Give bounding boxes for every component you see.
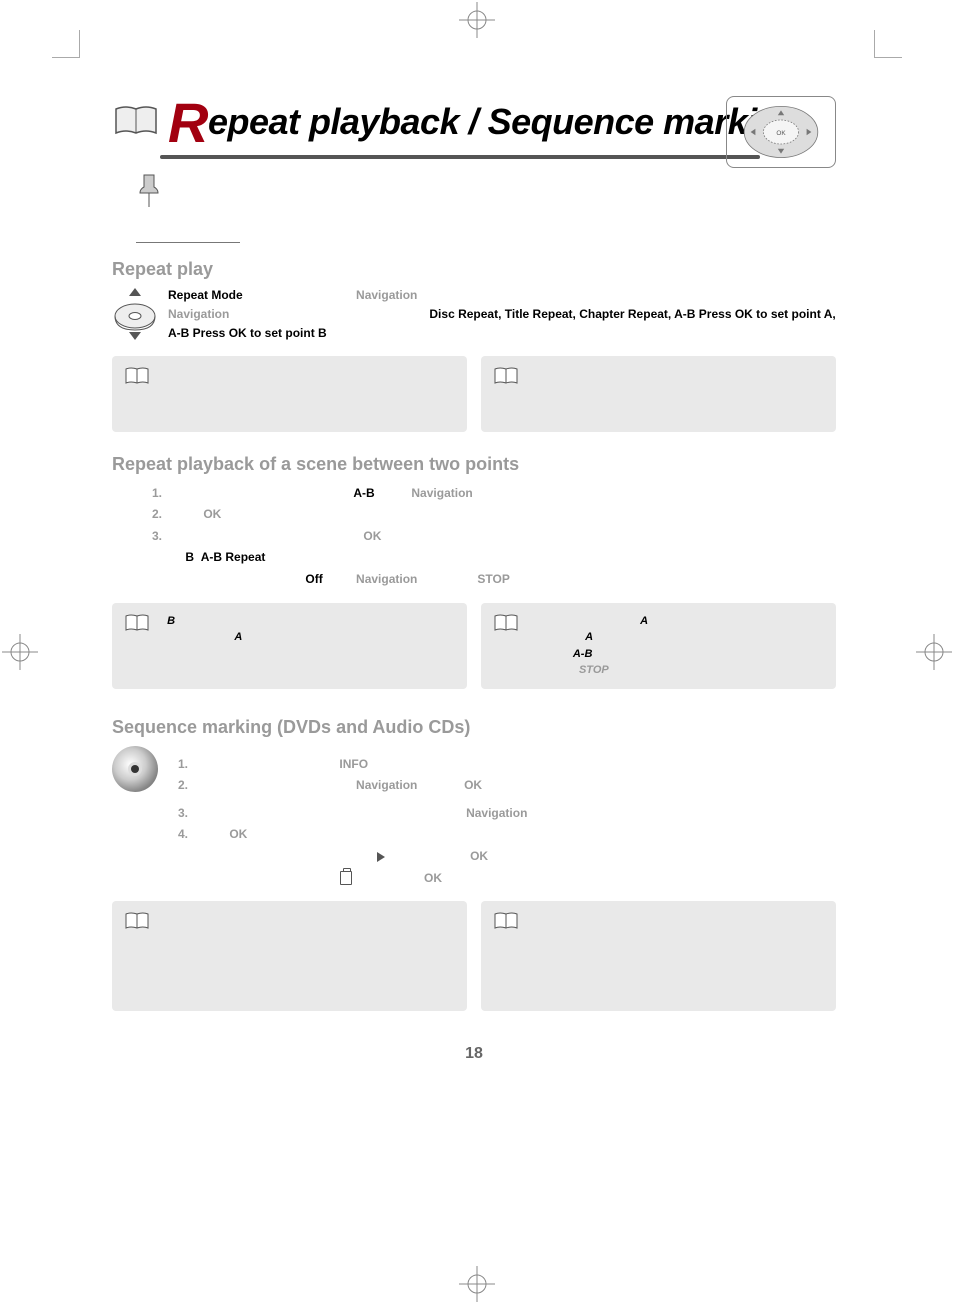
- text-navigation: Navigation: [466, 806, 527, 820]
- book-icon: [124, 911, 150, 934]
- crop-mark: [52, 30, 80, 58]
- book-icon: [124, 366, 150, 389]
- section-heading-repeat-play: Repeat play: [112, 259, 836, 280]
- disc-icon: [112, 746, 158, 792]
- text-navigation: Navigation: [356, 288, 417, 302]
- book-icon: [493, 911, 519, 934]
- text-b: B: [167, 615, 175, 627]
- section-heading-ab: Repeat playback of a scene between two p…: [112, 454, 836, 475]
- text-off: Off: [305, 572, 322, 586]
- note-box: [481, 356, 836, 432]
- note-text: A A A-B STOP: [527, 613, 648, 679]
- text-ok: OK: [464, 778, 482, 792]
- text-navigation: Navigation: [168, 307, 229, 321]
- text-a: A: [585, 631, 593, 643]
- text-ok: OK: [203, 507, 221, 521]
- pin-icon: [136, 173, 162, 216]
- note-box: [112, 356, 467, 432]
- note-box: [481, 901, 836, 1011]
- text-ab: A-B: [353, 486, 374, 500]
- text-stop: STOP: [477, 572, 509, 586]
- note-box: A A A-B STOP: [481, 603, 836, 689]
- crop-mark: [874, 30, 902, 58]
- text-ok: OK: [424, 871, 442, 885]
- play-icon: [377, 852, 385, 862]
- note-box: [112, 901, 467, 1011]
- text-ab-repeat: A-B Repeat: [201, 550, 266, 564]
- text-repeat-mode: Repeat Mode: [168, 288, 243, 302]
- repeat-play-body: Repeat Mode Navigation Navigation Disc R…: [168, 286, 836, 344]
- text-navigation: Navigation: [356, 572, 417, 586]
- page-number: 18: [112, 1045, 836, 1063]
- book-icon: [124, 613, 150, 636]
- text-stop: STOP: [579, 664, 609, 676]
- trash-icon: [340, 871, 352, 885]
- registration-mark-top: [457, 0, 497, 40]
- registration-mark-left: [0, 632, 40, 672]
- note-text: B A: [158, 613, 242, 646]
- ab-steps: 1. A-B Navigation 2. OK 3. OK B A-B Repe…: [152, 483, 836, 591]
- book-icon: [493, 613, 519, 636]
- svg-text:OK: OK: [776, 130, 786, 137]
- text-navigation: Navigation: [356, 778, 417, 792]
- page-title-text: epeat playback / Sequence marking: [208, 101, 800, 142]
- text-b: B: [185, 550, 194, 564]
- text-ok: OK: [470, 849, 488, 863]
- nav-pad-illustration: OK: [726, 96, 836, 168]
- text-ok: OK: [363, 529, 381, 543]
- note-box: B A: [112, 603, 467, 689]
- disc-tray-icon: [112, 286, 158, 342]
- text-info: INFO: [339, 757, 368, 771]
- seq-steps: 1. INFO 2. Navigation OK 3.: [178, 754, 527, 890]
- text-a: A: [234, 631, 242, 643]
- title-underline: [160, 155, 760, 159]
- book-icon: [493, 366, 519, 389]
- registration-mark-right: [914, 632, 954, 672]
- page-title: Repeat playback / Sequence marking: [168, 90, 800, 155]
- text-navigation: Navigation: [411, 486, 472, 500]
- text-a: A: [640, 615, 648, 627]
- text-ab: A-B: [573, 648, 593, 660]
- section-heading-seq: Sequence marking (DVDs and Audio CDs): [112, 717, 836, 738]
- pin-placeholder: [136, 173, 240, 243]
- registration-mark-bottom: [457, 1264, 497, 1304]
- text-ok: OK: [229, 827, 247, 841]
- text-repeat-options: Disc Repeat, Title Repeat, Chapter Repea…: [168, 307, 836, 340]
- book-icon: [112, 103, 160, 142]
